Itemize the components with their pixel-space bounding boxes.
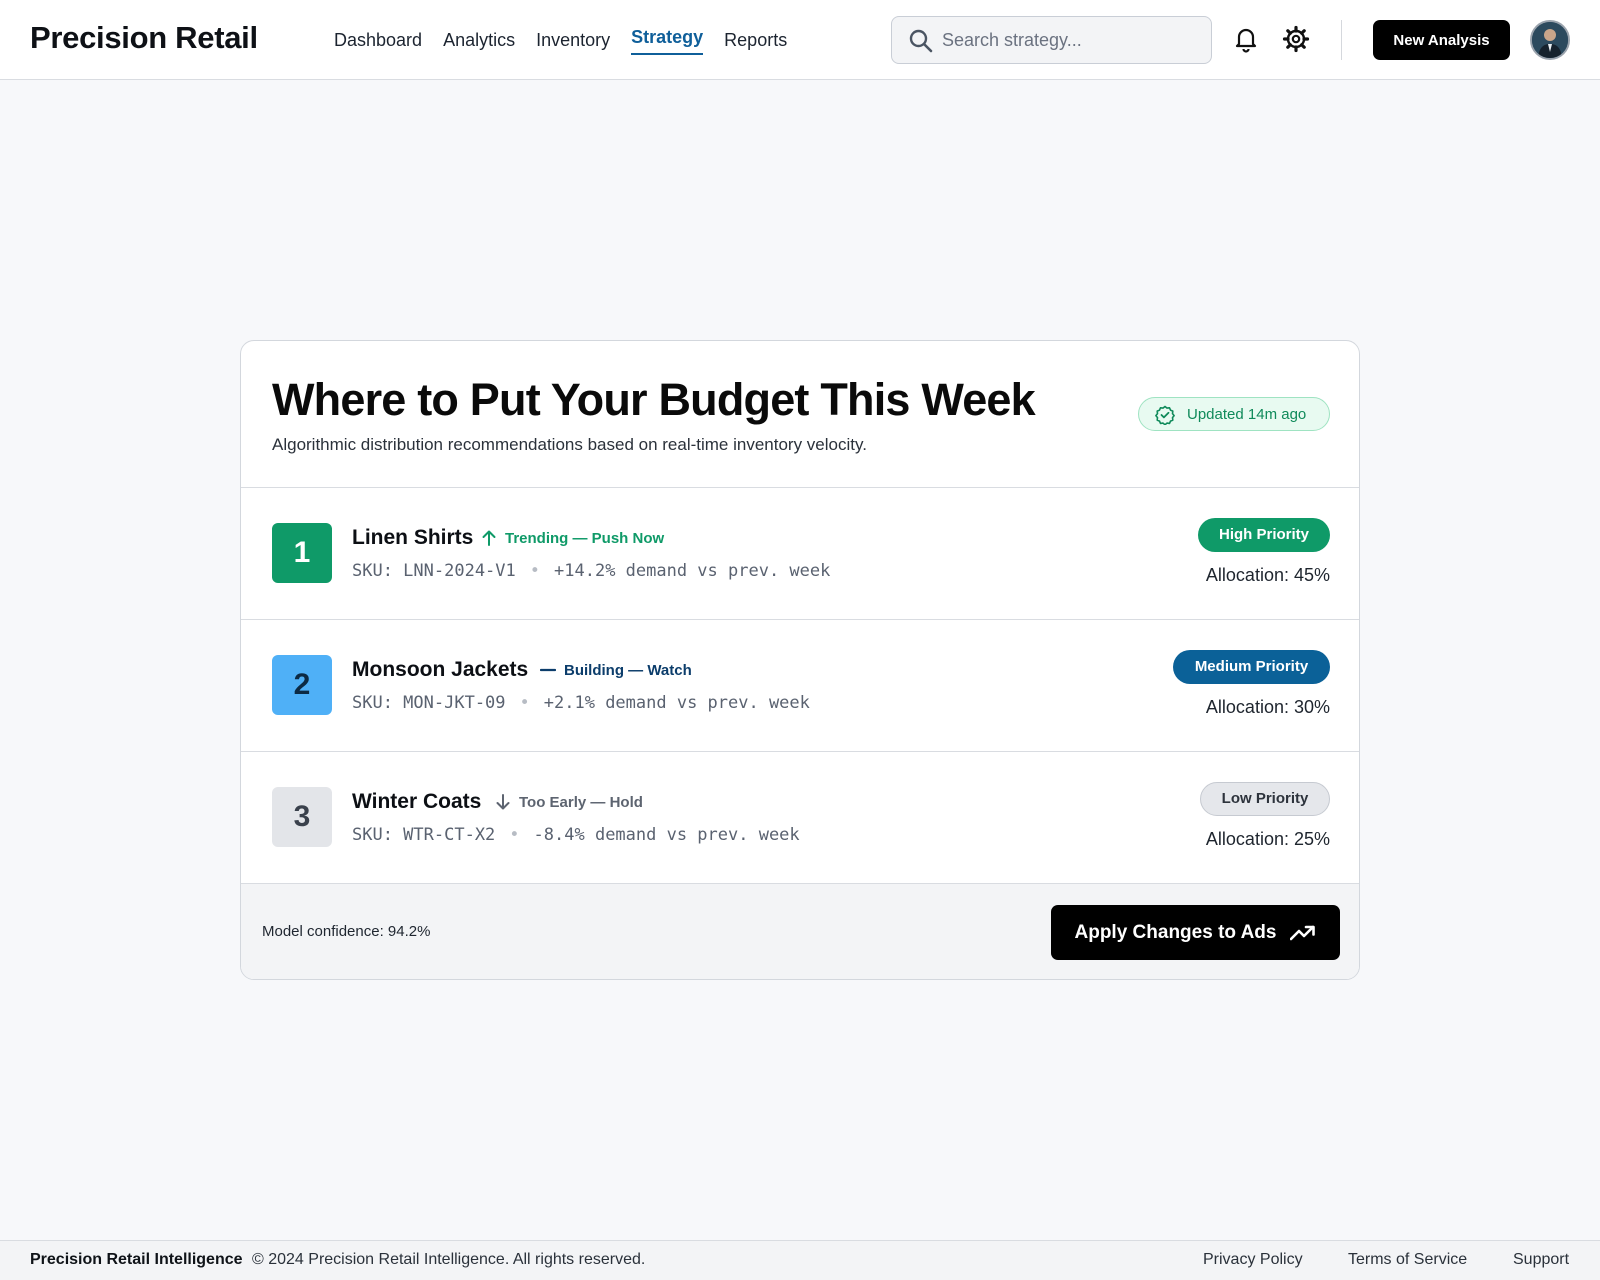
trending-up-icon <box>1290 925 1316 940</box>
page-footer: Precision Retail Intelligence © 2024 Pre… <box>0 1240 1600 1280</box>
arrow-up-icon <box>482 530 496 546</box>
sku-text: SKU: MON-JKT-09 <box>352 693 506 713</box>
product-meta: SKU: MON-JKT-09 • +2.1% demand vs prev. we… <box>352 693 810 713</box>
product-name: Monsoon Jackets <box>352 658 529 681</box>
demand-change: -8.4% demand vs prev. week <box>533 825 800 845</box>
trend-label: Too Early — Hold <box>519 793 643 811</box>
search-box[interactable] <box>891 16 1212 64</box>
updated-text: Updated 14m ago <box>1187 406 1307 423</box>
nav-analytics[interactable]: Analytics <box>443 0 515 80</box>
new-analysis-button[interactable]: New Analysis <box>1373 20 1510 60</box>
trend-status: Too Early — Hold <box>495 793 643 811</box>
rank-badge: 2 <box>272 655 332 715</box>
footer-link-support[interactable]: Support <box>1513 1251 1569 1269</box>
footer-link-terms[interactable]: Terms of Service <box>1348 1251 1467 1269</box>
recommendation-row-linen-shirts[interactable]: 1 Linen Shirts Trending — Push Now SKU: … <box>241 488 1359 620</box>
trend-label: Building — Watch <box>564 661 692 679</box>
budget-recommendations-card: Where to Put Your Budget This Week Algor… <box>240 340 1360 980</box>
separator-dot: • <box>529 561 541 581</box>
demand-change: +14.2% demand vs prev. week <box>554 561 831 581</box>
rank-badge: 3 <box>272 787 332 847</box>
user-avatar-image <box>1532 22 1568 58</box>
separator-dot: • <box>519 693 530 713</box>
nav-dashboard[interactable]: Dashboard <box>334 0 422 80</box>
top-navigation-bar: Precision Retail Dashboard Analytics Inv… <box>0 0 1600 80</box>
sku-text: SKU: LNN-2024-V1 <box>352 561 516 581</box>
card-header: Where to Put Your Budget This Week Algor… <box>241 341 1359 488</box>
main-nav: Dashboard Analytics Inventory Strategy R… <box>334 0 808 80</box>
separator-dot: • <box>509 825 520 845</box>
nav-strategy[interactable]: Strategy <box>631 0 704 80</box>
search-icon <box>909 29 933 53</box>
apply-changes-button[interactable]: Apply Changes to Ads <box>1051 905 1340 960</box>
sku-text: SKU: WTR-CT-X2 <box>352 825 496 845</box>
footer-brand: Precision Retail Intelligence <box>30 1251 243 1268</box>
priority-badge-medium[interactable]: Medium Priority <box>1173 650 1330 684</box>
nav-reports[interactable]: Reports <box>724 0 787 80</box>
dash-icon <box>540 668 556 672</box>
card-title: Where to Put Your Budget This Week <box>272 374 1036 425</box>
trend-status: Building — Watch <box>540 661 692 679</box>
nav-inventory[interactable]: Inventory <box>536 0 610 80</box>
gear-icon[interactable] <box>1281 24 1311 54</box>
arrow-down-icon <box>496 794 510 810</box>
bell-icon[interactable] <box>1231 24 1261 54</box>
search-input[interactable] <box>942 17 1202 63</box>
allocation-value: Allocation: 30% <box>1205 697 1330 717</box>
product-name: Winter Coats <box>352 790 482 813</box>
priority-badge-high[interactable]: High Priority <box>1198 518 1330 552</box>
product-meta: SKU: WTR-CT-X2 • -8.4% demand vs prev. wee… <box>352 825 800 845</box>
model-confidence: Model confidence: 94.2% <box>262 923 431 940</box>
card-subtitle: Algorithmic distribution recommendations… <box>272 435 867 454</box>
product-meta: SKU: LNN-2024-V1 • +14.2% demand vs prev. … <box>352 561 830 581</box>
trend-label: Trending — Push Now <box>505 529 665 547</box>
product-name: Linen Shirts <box>352 526 474 549</box>
priority-badge-low[interactable]: Low Priority <box>1200 782 1330 816</box>
updated-badge: Updated 14m ago <box>1138 397 1330 431</box>
footer-copyright: © 2024 Precision Retail Intelligence. Al… <box>252 1251 646 1268</box>
rank-badge: 1 <box>272 523 332 583</box>
user-avatar[interactable] <box>1530 20 1570 60</box>
allocation-value: Allocation: 25% <box>1205 829 1330 849</box>
demand-change: +2.1% demand vs prev. week <box>543 693 810 713</box>
header-divider <box>1341 20 1342 60</box>
footer-link-privacy[interactable]: Privacy Policy <box>1203 1251 1303 1269</box>
brand-logo-text[interactable]: Precision Retail <box>30 20 258 56</box>
apply-changes-label: Apply Changes to Ads <box>1074 921 1277 943</box>
allocation-value: Allocation: 45% <box>1205 565 1330 585</box>
recommendation-row-winter-coats[interactable]: 3 Winter Coats Too Early — Hold SKU: WTR… <box>241 752 1359 884</box>
trend-status: Trending — Push Now <box>481 529 664 547</box>
card-footer: Model confidence: 94.2% Apply Changes to… <box>241 884 1359 979</box>
verified-check-icon <box>1155 405 1175 425</box>
recommendation-row-monsoon-jackets[interactable]: 2 Monsoon Jackets Building — Watch SKU: … <box>241 620 1359 752</box>
